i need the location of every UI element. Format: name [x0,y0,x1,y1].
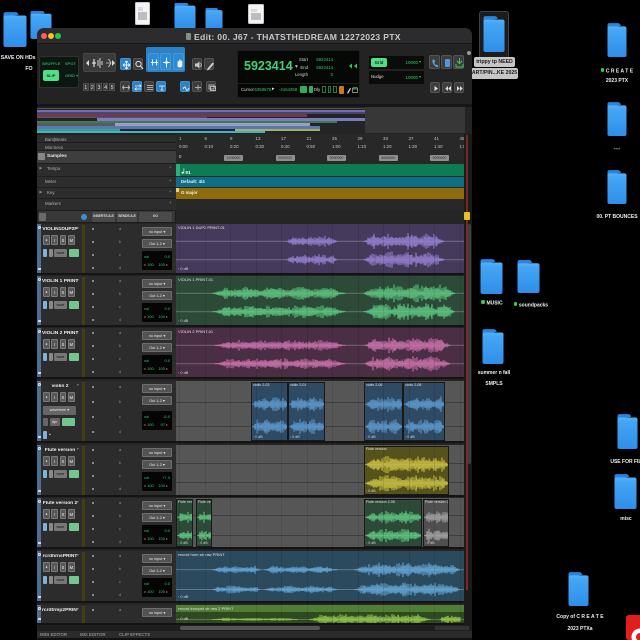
svg-text:91: 91 [185,169,191,174]
